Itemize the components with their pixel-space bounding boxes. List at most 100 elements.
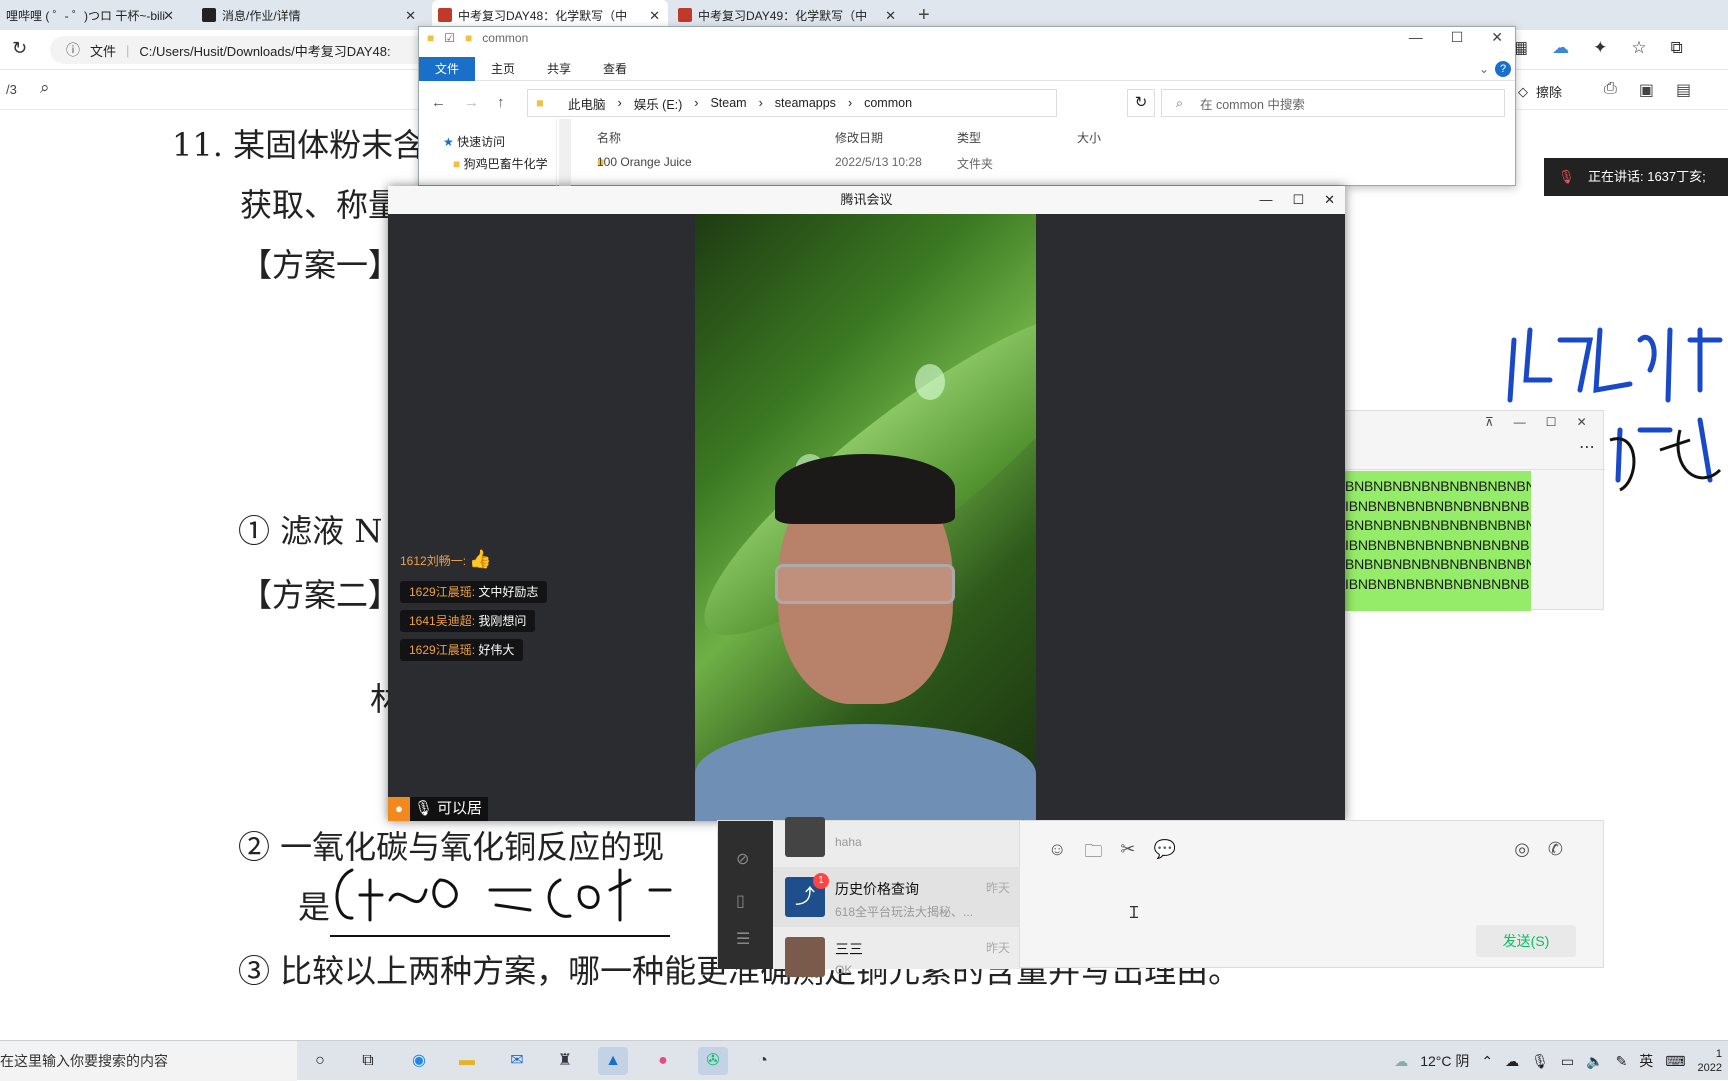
list-item[interactable]: haha xyxy=(773,807,1020,867)
column-type[interactable]: 类型 xyxy=(957,129,981,146)
column-date[interactable]: 修改日期 xyxy=(835,129,883,146)
eraser-icon[interactable]: ◇ xyxy=(1518,84,1528,100)
scrollbar[interactable] xyxy=(559,119,571,187)
ribbon-tab-home[interactable]: 主页 xyxy=(475,60,531,77)
column-name[interactable]: 名称 xyxy=(597,129,621,146)
file-explorer-icon[interactable]: ▬ xyxy=(452,1047,482,1075)
pin-icon[interactable]: ⊼ xyxy=(1485,415,1494,429)
onedrive-icon[interactable]: ☁ xyxy=(1505,1053,1519,1070)
emoji-icon[interactable]: ☺ xyxy=(1048,839,1066,869)
glasses xyxy=(775,564,955,604)
list-item[interactable]: ⤴ 1 历史价格查询 618全平台玩法大揭秘、... 昨天 xyxy=(773,867,1020,927)
link-icon[interactable]: ⊘ xyxy=(736,849,749,869)
breadcrumb-item[interactable]: 此电脑 xyxy=(568,94,606,113)
game-icon[interactable]: ♜ xyxy=(550,1047,580,1075)
close-icon[interactable]: ✕ xyxy=(1491,29,1503,46)
up-icon[interactable]: ↑ xyxy=(497,89,505,117)
wechat-icon[interactable]: ✇ xyxy=(698,1047,728,1075)
taskbar-search[interactable]: 在这里输入你要搜索的内容 xyxy=(0,1041,297,1081)
mic-icon[interactable]: 🎙 xyxy=(1531,1053,1549,1070)
ribbon-tab-file[interactable]: 文件 xyxy=(419,56,476,81)
save-icon[interactable]: ▣ xyxy=(1639,80,1654,100)
ribbon-tab-view[interactable]: 查看 xyxy=(587,60,643,77)
more-icon[interactable]: ⋯ xyxy=(1579,437,1595,457)
checkbox-icon[interactable]: ☑ xyxy=(444,31,455,45)
question-line: 获取、称量 xyxy=(240,186,401,224)
volume-icon[interactable]: 🔈 xyxy=(1586,1053,1603,1070)
folder-icon: ■ xyxy=(536,96,544,110)
tab-bilibili[interactable]: 哩哔哩 ( ゜- ゜)つロ 干杯~-bili ✕ xyxy=(0,0,182,30)
chevron-up-icon[interactable]: ⌃ xyxy=(1481,1053,1493,1070)
info-icon: ⓘ xyxy=(66,42,80,58)
back-icon[interactable]: ← xyxy=(431,89,446,117)
page-count: /3 xyxy=(6,82,17,97)
participant-video[interactable] xyxy=(695,214,1036,821)
breadcrumb-item[interactable]: common xyxy=(864,96,912,110)
tencent-meeting-window: 腾讯会议 — ☐ ✕ 1612刘畅一: 👍 1629江晨瑶: 文中好励志 164… xyxy=(388,186,1345,821)
close-icon[interactable]: ✕ xyxy=(1577,415,1587,429)
chat-message: 1629江晨瑶: 好伟大 xyxy=(400,639,524,661)
tab-homework[interactable]: 消息/作业/详情 ✕ xyxy=(196,0,424,30)
erase-label[interactable]: 擦除 xyxy=(1536,82,1562,101)
extensions-icon[interactable]: ✦ xyxy=(1593,38,1607,58)
ribbon-tab-share[interactable]: 共享 xyxy=(531,60,587,77)
breadcrumb-item[interactable]: 娱乐 (E:) xyxy=(634,94,683,113)
weather-text[interactable]: 12°C 阴 xyxy=(1420,1051,1469,1071)
live-icon[interactable]: ◎ xyxy=(1514,839,1530,860)
clock[interactable]: 1 2022 xyxy=(1698,1047,1722,1075)
osu-icon[interactable]: ● xyxy=(648,1047,678,1075)
close-icon[interactable]: ✕ xyxy=(885,8,896,24)
help-icon[interactable]: ? xyxy=(1495,60,1511,77)
breadcrumb-item[interactable]: steamapps xyxy=(775,96,836,110)
forward-icon[interactable]: → xyxy=(464,89,479,117)
task-view-icon[interactable]: ⧉ xyxy=(353,1047,383,1075)
sidebar-item-folder[interactable]: ■ 狗鸡巴畜牛化学 xyxy=(453,155,548,172)
menu-icon[interactable]: ☰ xyxy=(736,929,750,949)
chevron-down-icon[interactable]: ⌄ xyxy=(1473,62,1495,76)
network-icon[interactable]: ▭ xyxy=(1561,1053,1574,1070)
column-size[interactable]: 大小 xyxy=(1077,129,1101,146)
message-bubble[interactable]: BNBNBNBNBNBNBNBNBNBN IBNBNBNBNBNBNBNBNBN… xyxy=(1345,471,1531,611)
phone-icon[interactable]: ▯ xyxy=(736,891,745,911)
minimize-icon[interactable]: — xyxy=(1259,186,1272,214)
search-input[interactable]: ⌕ 在 common 中搜索 xyxy=(1161,89,1505,117)
favorites-icon[interactable]: ☆ xyxy=(1631,38,1646,58)
new-tab-button[interactable]: + xyxy=(918,4,930,27)
refresh-icon[interactable]: ↻ xyxy=(1127,89,1155,117)
app-icon xyxy=(202,8,216,22)
minimize-icon[interactable]: — xyxy=(1409,29,1423,46)
breadcrumb-item[interactable]: Steam xyxy=(710,96,746,110)
search-icon[interactable]: ⌕ xyxy=(40,78,50,98)
cloud-icon[interactable]: ☁ xyxy=(1552,38,1569,58)
send-button[interactable]: 发送(S) xyxy=(1476,925,1576,957)
cortana-icon[interactable]: ○ xyxy=(305,1047,335,1075)
maximize-icon[interactable]: ☐ xyxy=(1451,29,1464,46)
print-icon[interactable]: ⎙ xyxy=(1604,80,1617,100)
chat-history-icon[interactable]: 💬 xyxy=(1153,839,1175,869)
keyboard-icon[interactable]: ⌨ xyxy=(1665,1053,1685,1070)
list-item[interactable]: 三三 OK 昨天 xyxy=(773,927,1020,987)
close-icon[interactable]: ✕ xyxy=(649,8,660,24)
folder-icon[interactable]: 🗀 xyxy=(1084,839,1102,869)
maximize-icon[interactable]: ☐ xyxy=(1292,186,1304,214)
close-icon[interactable]: ✕ xyxy=(1324,186,1335,214)
mail-icon[interactable]: ✉ xyxy=(502,1047,532,1075)
pen-icon[interactable]: ✎ xyxy=(1616,1053,1628,1070)
minimize-icon[interactable]: — xyxy=(1514,415,1526,429)
call-icon[interactable]: ✆ xyxy=(1548,839,1563,860)
ime-indicator[interactable]: 英 xyxy=(1639,1051,1653,1071)
scissors-icon[interactable]: ✂ xyxy=(1120,839,1135,869)
breadcrumb[interactable]: ■ 此电脑 › 娱乐 (E:) › Steam › steamapps › common xyxy=(527,89,1057,117)
close-icon[interactable]: ✕ xyxy=(163,8,174,24)
save-as-icon[interactable]: ▤ xyxy=(1676,80,1691,100)
maximize-icon[interactable]: ☐ xyxy=(1546,415,1557,429)
close-icon[interactable]: ✕ xyxy=(405,8,416,24)
collections-icon[interactable]: ⧉ xyxy=(1671,38,1683,58)
speaking-indicator: 🎙 正在讲话: 1637丁亥; xyxy=(1544,158,1728,196)
window-title: 腾讯会议 xyxy=(840,192,893,207)
refresh-icon[interactable]: ↻ xyxy=(12,38,27,59)
sidebar-item-quick-access[interactable]: ★ 快速访问 xyxy=(443,133,505,150)
meeting-icon[interactable]: ▲ xyxy=(598,1047,628,1075)
edge-icon[interactable]: ◉ xyxy=(404,1047,434,1075)
clock-app-icon[interactable]: ◔ xyxy=(748,1047,778,1075)
